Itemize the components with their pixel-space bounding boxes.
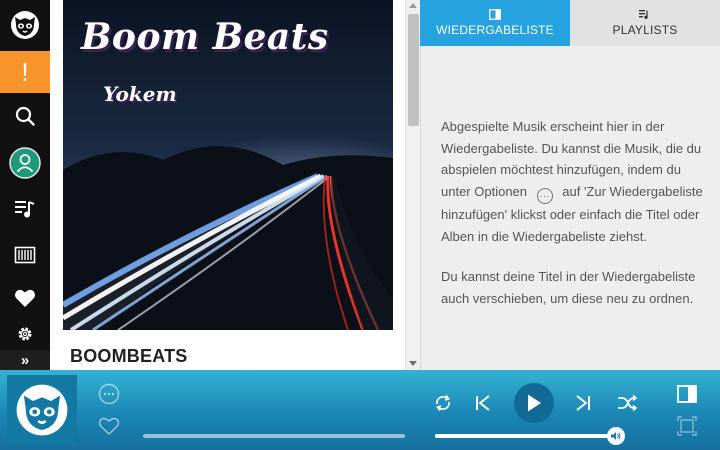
track-options-button[interactable]: [98, 383, 120, 405]
cover-title-text: Boom Beats: [81, 16, 329, 58]
player-bar: [0, 370, 720, 450]
album-title: BOOMBEATS: [70, 346, 188, 366]
tab-playlists-label: PLAYLISTS: [612, 23, 678, 37]
previous-track-button[interactable]: [472, 392, 494, 414]
volume-knob[interactable]: [606, 427, 625, 445]
napster-logo-icon: [11, 11, 39, 39]
skip-back-icon: [476, 395, 490, 411]
tab-playlists[interactable]: PLAYLISTS: [570, 0, 720, 46]
queue-panel: WIEDERGABELISTE PLAYLISTS Abgespielte Mu…: [420, 0, 720, 370]
now-playing-artwork[interactable]: [7, 375, 77, 445]
profile-button[interactable]: [0, 145, 50, 181]
content-scrollbar[interactable]: [405, 0, 420, 370]
napster-logo-button[interactable]: [0, 6, 50, 44]
speaker-icon: [611, 432, 621, 440]
scroll-down-arrow[interactable]: [409, 361, 417, 366]
shuffle-icon: [618, 394, 637, 412]
repeat-icon: [436, 394, 450, 412]
album-cover[interactable]: Boom Beats Yokem: [63, 0, 393, 330]
favorite-track-button[interactable]: [98, 415, 120, 437]
search-icon: [15, 106, 35, 126]
settings-button[interactable]: [0, 316, 50, 352]
skip-forward-icon: [576, 395, 590, 411]
play-icon: [528, 394, 541, 412]
next-track-button[interactable]: [572, 392, 594, 414]
sidebar: ! »: [0, 0, 50, 370]
album-content: Boom Beats Yokem BOOMBEATS: [50, 0, 405, 370]
library-icon: [14, 246, 36, 264]
library-button[interactable]: [0, 237, 50, 273]
playlist-icon: [639, 10, 648, 19]
favorites-button[interactable]: [0, 280, 50, 316]
play-button[interactable]: [514, 383, 554, 423]
music-list-icon: [15, 201, 35, 218]
alert-icon: !: [21, 56, 29, 87]
panel-tabs: WIEDERGABELISTE PLAYLISTS: [420, 0, 720, 46]
volume-fill: [435, 434, 616, 438]
queue-empty-state: Abgespielte Musik erscheint hier in der …: [420, 46, 720, 370]
fullscreen-button[interactable]: [676, 415, 698, 437]
shuffle-button[interactable]: [616, 392, 638, 414]
alert-button[interactable]: !: [0, 51, 50, 93]
tab-queue-label: WIEDERGABELISTE: [436, 23, 554, 37]
scrollbar-thumb[interactable]: [408, 14, 419, 126]
volume-slider[interactable]: [435, 427, 625, 445]
queue-info-text: Abgespielte Musik erscheint hier in der …: [441, 116, 705, 309]
track-progress-bar[interactable]: [143, 434, 405, 438]
profile-icon: [9, 147, 41, 179]
expand-sidebar-button[interactable]: »: [0, 350, 50, 370]
cover-artist-text: Yokem: [103, 82, 177, 106]
fullscreen-icon: [677, 416, 697, 436]
gear-icon: [18, 327, 32, 341]
sidebar-panel-icon: [677, 385, 697, 403]
heart-outline-icon: [98, 417, 120, 435]
queue-info-reorder: Du kannst deine Titel in der Wiedergabel…: [441, 269, 696, 306]
my-music-button[interactable]: [0, 191, 50, 227]
queue-icon: [489, 9, 501, 20]
heart-icon: [15, 289, 35, 307]
repeat-button[interactable]: [432, 392, 454, 414]
napster-logo-icon: [16, 384, 68, 436]
scroll-up-arrow[interactable]: [409, 3, 417, 8]
toggle-queue-panel-button[interactable]: [676, 383, 698, 405]
more-options-icon: [98, 383, 120, 405]
search-button[interactable]: [0, 98, 50, 134]
expand-icon: »: [20, 351, 30, 369]
tab-queue[interactable]: WIEDERGABELISTE: [420, 0, 570, 46]
options-icon: ···: [536, 188, 553, 204]
